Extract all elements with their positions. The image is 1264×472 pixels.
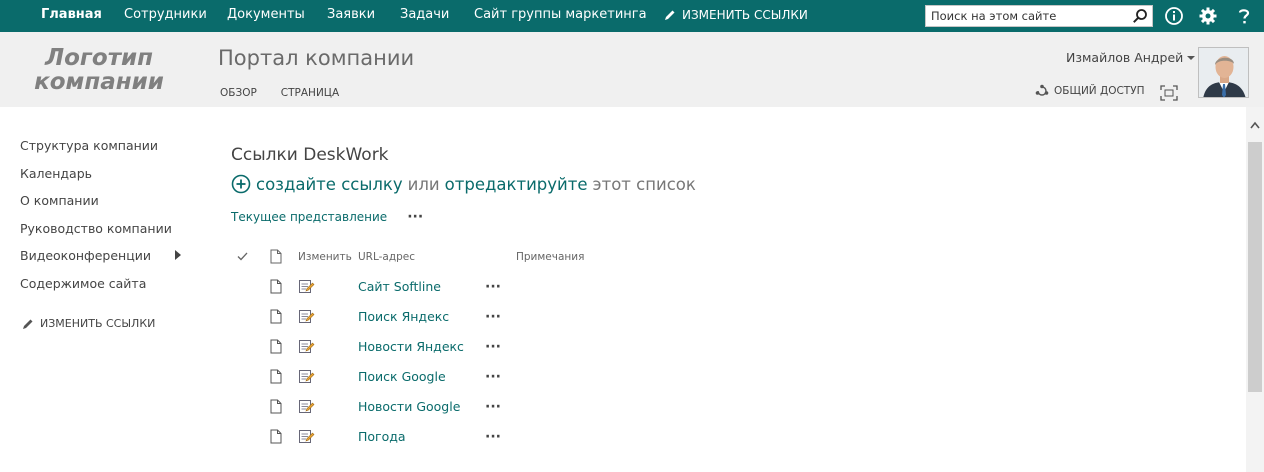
select-all-checkmark-icon[interactable] bbox=[237, 252, 248, 261]
more-options-icon[interactable]: ··· bbox=[485, 430, 501, 444]
document-type-header-icon bbox=[270, 249, 282, 264]
avatar[interactable] bbox=[1198, 47, 1249, 98]
more-options-icon[interactable]: ··· bbox=[485, 310, 501, 324]
scrollbar-thumb[interactable] bbox=[1248, 142, 1262, 392]
focus-content-icon[interactable] bbox=[1160, 85, 1178, 101]
leftnav-item-management[interactable]: Руководство компании bbox=[20, 221, 190, 249]
more-options-icon[interactable]: ··· bbox=[485, 280, 501, 294]
logo-line-1: Логотип bbox=[44, 45, 154, 71]
chevron-down-icon bbox=[1187, 55, 1196, 60]
edit-links-top-label: ИЗМЕНИТЬ ССЫЛКИ bbox=[682, 8, 808, 22]
topnav-item-home[interactable]: Главная bbox=[41, 7, 102, 22]
list-title: Ссылки DeskWork bbox=[231, 145, 389, 165]
more-options-icon[interactable]: ··· bbox=[485, 370, 501, 384]
topnav-item-tasks[interactable]: Задачи bbox=[400, 7, 449, 22]
leftnav-item-videoconference[interactable]: Видеоконференции bbox=[20, 248, 190, 276]
leftnav-label: Содержимое сайта bbox=[20, 275, 147, 291]
this-list-text: этот список bbox=[592, 174, 696, 194]
table-row[interactable]: Погода ··· bbox=[230, 429, 630, 459]
user-name-label: Измайлов Андрей bbox=[1066, 50, 1184, 65]
pencil-icon bbox=[23, 319, 33, 329]
table-row[interactable]: Сайт Softline ··· bbox=[230, 279, 630, 309]
document-icon bbox=[270, 309, 282, 324]
url-link[interactable]: Поиск Google bbox=[358, 369, 446, 384]
leftnav-item-calendar[interactable]: Календарь bbox=[20, 166, 190, 194]
user-menu[interactable]: Измайлов Андрей bbox=[1066, 50, 1196, 65]
chevron-right-icon[interactable] bbox=[175, 250, 181, 260]
document-icon bbox=[270, 279, 282, 294]
vertical-scrollbar[interactable] bbox=[1246, 107, 1264, 472]
quick-launch: Структура компании Календарь О компании … bbox=[20, 138, 190, 303]
share-button[interactable]: ОБЩИЙ ДОСТУП bbox=[1035, 84, 1145, 98]
current-view-link[interactable]: Текущее представление bbox=[231, 210, 387, 224]
tab-overview[interactable]: ОБЗОР bbox=[220, 87, 257, 99]
table-row[interactable]: Поиск Google ··· bbox=[230, 369, 630, 399]
edit-links-top-button[interactable]: ИЗМЕНИТЬ ССЫЛКИ bbox=[664, 8, 808, 22]
add-circle-icon[interactable] bbox=[231, 174, 251, 194]
create-link-button[interactable]: создайте ссылку bbox=[256, 175, 403, 194]
leftnav-label: Календарь bbox=[20, 165, 92, 181]
site-title[interactable]: Портал компании bbox=[218, 46, 414, 70]
edit-item-icon[interactable] bbox=[298, 398, 315, 415]
url-link[interactable]: Новости Яндекс bbox=[358, 339, 464, 354]
leftnav-item-site-contents[interactable]: Содержимое сайта bbox=[20, 276, 190, 304]
url-link[interactable]: Поиск Яндекс bbox=[358, 309, 449, 324]
topnav-item-employees[interactable]: Сотрудники bbox=[124, 7, 207, 22]
leftnav-label: О компании bbox=[20, 193, 99, 208]
logo-line-2: компании bbox=[34, 69, 164, 95]
or-text: или bbox=[407, 174, 440, 194]
column-header-notes[interactable]: Примечания bbox=[516, 251, 584, 263]
search-input[interactable] bbox=[926, 6, 1126, 26]
edit-item-icon[interactable] bbox=[298, 368, 315, 385]
leftnav-item-about[interactable]: О компании bbox=[20, 193, 190, 221]
column-header-url[interactable]: URL-адрес bbox=[358, 251, 415, 263]
edit-item-icon[interactable] bbox=[298, 428, 315, 445]
share-icon bbox=[1035, 84, 1049, 96]
edit-list-button[interactable]: отредактируйте bbox=[445, 175, 588, 194]
tab-page[interactable]: СТРАНИЦА bbox=[281, 87, 339, 99]
table-row[interactable]: Поиск Яндекс ··· bbox=[230, 309, 630, 339]
document-icon bbox=[270, 429, 282, 444]
search-box bbox=[925, 5, 1153, 27]
ribbon-tabs: ОБЗОР СТРАНИЦА bbox=[220, 87, 339, 99]
view-selector: Текущее представление ··· bbox=[231, 210, 423, 224]
leftnav-item-structure[interactable]: Структура компании bbox=[20, 138, 190, 166]
top-bar: Главная Сотрудники Документы Заявки Зада… bbox=[0, 0, 1264, 32]
edit-links-left-button[interactable]: ИЗМЕНИТЬ ССЫЛКИ bbox=[22, 317, 155, 330]
help-icon[interactable] bbox=[1234, 6, 1254, 26]
search-icon[interactable] bbox=[1132, 8, 1148, 24]
edit-links-left-label: ИЗМЕНИТЬ ССЫЛКИ bbox=[40, 317, 156, 330]
url-link[interactable]: Погода bbox=[358, 429, 406, 444]
table-row[interactable]: Новости Яндекс ··· bbox=[230, 339, 630, 369]
share-label: ОБЩИЙ ДОСТУП bbox=[1054, 85, 1145, 97]
document-icon bbox=[270, 369, 282, 384]
topnav-item-documents[interactable]: Документы bbox=[227, 7, 305, 22]
topnav-item-marketing-site[interactable]: Сайт группы маркетинга bbox=[474, 7, 647, 22]
site-header: Логотип компании Портал компании ОБЗОР С… bbox=[0, 32, 1264, 107]
document-icon bbox=[270, 339, 282, 354]
url-link[interactable]: Сайт Softline bbox=[358, 279, 441, 294]
leftnav-label: Руководство компании bbox=[20, 220, 172, 236]
table-row[interactable]: Новости Google ··· bbox=[230, 399, 630, 429]
column-header-edit[interactable]: Изменить bbox=[298, 251, 352, 263]
more-options-icon[interactable]: ··· bbox=[485, 340, 501, 354]
new-item-line: создайте ссылку или отредактируйте этот … bbox=[231, 174, 696, 194]
topnav-item-requests[interactable]: Заявки bbox=[327, 7, 375, 22]
user-photo bbox=[1199, 48, 1248, 97]
leftnav-label: Структура компании bbox=[20, 138, 159, 153]
gear-icon[interactable] bbox=[1198, 6, 1218, 26]
more-options-icon[interactable]: ··· bbox=[407, 210, 423, 224]
document-icon bbox=[270, 399, 282, 414]
edit-item-icon[interactable] bbox=[298, 308, 315, 325]
scroll-up-icon[interactable] bbox=[1250, 121, 1260, 129]
edit-item-icon[interactable] bbox=[298, 338, 315, 355]
leftnav-label: Видеоконференции bbox=[20, 248, 151, 263]
info-icon[interactable] bbox=[1164, 6, 1184, 26]
pencil-icon bbox=[665, 10, 675, 20]
edit-item-icon[interactable] bbox=[298, 278, 315, 295]
url-link[interactable]: Новости Google bbox=[358, 399, 460, 414]
company-logo[interactable]: Логотип компании bbox=[14, 46, 184, 94]
more-options-icon[interactable]: ··· bbox=[485, 400, 501, 414]
